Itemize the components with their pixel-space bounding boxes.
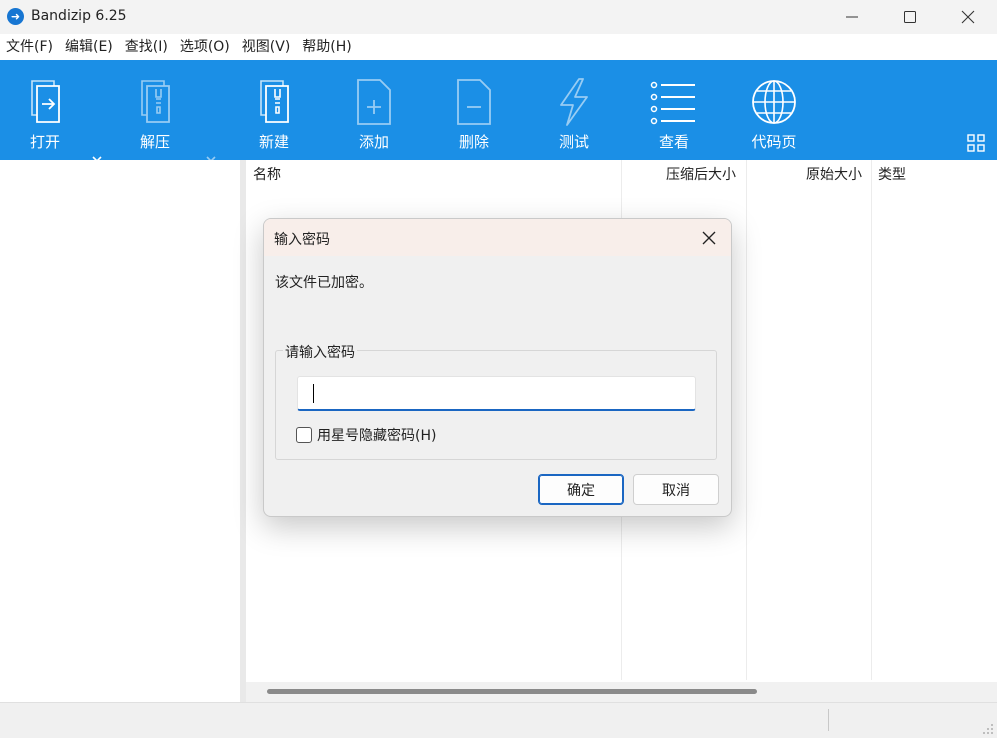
close-button[interactable] [939, 0, 997, 34]
column-divider[interactable] [746, 160, 747, 680]
horizontal-scrollbar[interactable] [246, 682, 997, 702]
password-groupbox: 请输入密码 用星号隐藏密码(H) [275, 342, 717, 460]
hide-password-label[interactable]: 用星号隐藏密码(H) [317, 425, 436, 445]
status-bar [0, 702, 997, 738]
add-button[interactable]: 添加 [329, 60, 419, 160]
add-label: 添加 [358, 133, 389, 151]
extract-label: 解压 [139, 133, 170, 151]
layout-grid-icon[interactable] [967, 134, 985, 152]
scrollbar-thumb[interactable] [267, 689, 757, 694]
status-divider [828, 709, 829, 731]
maximize-button[interactable] [881, 0, 939, 34]
text-caret [313, 384, 314, 403]
delete-label: 删除 [458, 133, 489, 151]
lightning-icon [560, 78, 588, 126]
globe-icon [752, 80, 796, 124]
close-icon [961, 10, 975, 24]
list-view-icon [650, 81, 695, 125]
password-group-label: 请输入密码 [283, 342, 357, 362]
resize-grip-icon[interactable] [982, 723, 994, 735]
menu-file[interactable]: 文件(F) [0, 34, 59, 60]
open-label: 打开 [29, 133, 60, 151]
test-button[interactable]: 测试 [529, 60, 619, 160]
menu-bar: 文件(F) 编辑(E) 查找(I) 选项(O) 视图(V) 帮助(H) [0, 34, 997, 60]
ok-button[interactable]: 确定 [538, 474, 624, 505]
codepage-label: 代码页 [751, 133, 797, 151]
menu-help[interactable]: 帮助(H) [296, 34, 357, 60]
title-bar: ➜ Bandizip 6.25 [0, 0, 997, 34]
extract-zip-icon [141, 80, 170, 123]
add-file-icon [357, 79, 391, 125]
encrypted-message: 该文件已加密。 [275, 275, 373, 291]
window-title: Bandizip 6.25 [31, 8, 127, 24]
dialog-close-icon[interactable] [698, 227, 720, 249]
hide-password-checkbox[interactable] [296, 427, 312, 443]
new-archive-button[interactable]: 新建 [229, 60, 319, 160]
open-button[interactable]: 打开 [0, 60, 90, 160]
codepage-button[interactable]: 代码页 [729, 60, 819, 160]
column-type[interactable]: 类型 [878, 160, 906, 190]
extract-button[interactable]: 解压 [110, 60, 200, 160]
test-label: 测试 [558, 133, 589, 151]
column-compressed-size[interactable]: 压缩后大小 [666, 160, 736, 190]
column-divider[interactable] [871, 160, 872, 680]
minimize-button[interactable] [823, 0, 881, 34]
bandizip-logo-icon: ➜ [7, 8, 24, 25]
column-name[interactable]: 名称 [253, 160, 281, 190]
maximize-icon [904, 11, 916, 23]
minimize-icon [846, 16, 858, 18]
dialog-title: 输入密码 [274, 232, 330, 248]
menu-find[interactable]: 查找(I) [119, 34, 174, 60]
password-dialog: 输入密码 该文件已加密。 请输入密码 用星号隐藏密码(H) 确定 取消 [263, 218, 732, 517]
password-input[interactable] [297, 376, 696, 411]
new-archive-icon [260, 80, 289, 123]
toolbar: 打开 解压 新建 添加 删除 测试 查看 代码页 [0, 60, 997, 163]
dialog-title-bar: 输入密码 [264, 219, 731, 256]
column-original-size[interactable]: 原始大小 [806, 160, 862, 190]
view-label: 查看 [658, 133, 689, 151]
menu-view[interactable]: 视图(V) [236, 34, 297, 60]
new-archive-label: 新建 [258, 133, 289, 151]
folder-tree-panel[interactable] [0, 160, 240, 702]
delete-file-icon [457, 79, 491, 125]
hide-password-option[interactable]: 用星号隐藏密码(H) [296, 426, 436, 444]
menu-options[interactable]: 选项(O) [174, 34, 236, 60]
open-icon [31, 80, 60, 123]
menu-edit[interactable]: 编辑(E) [59, 34, 119, 60]
delete-button[interactable]: 删除 [429, 60, 519, 160]
cancel-button[interactable]: 取消 [633, 474, 719, 505]
view-button[interactable]: 查看 [629, 60, 719, 160]
